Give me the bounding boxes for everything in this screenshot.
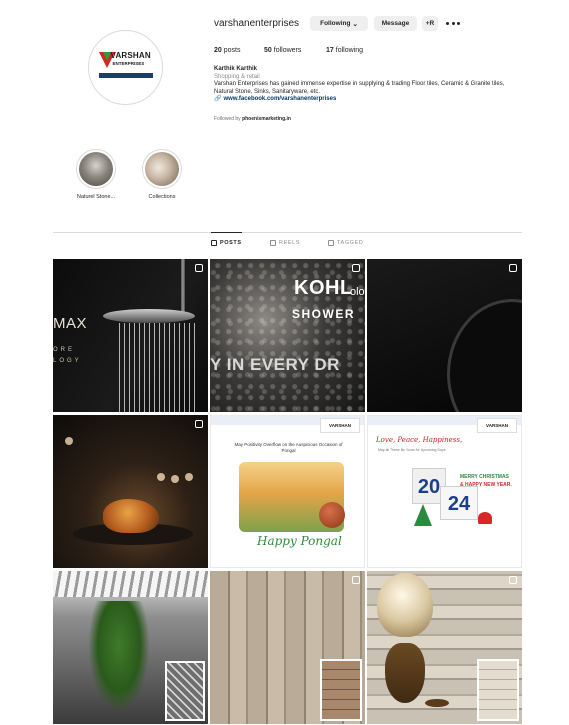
post-tile[interactable] [53, 571, 208, 724]
post-tile[interactable] [53, 415, 208, 568]
reel-icon [509, 264, 517, 272]
reel-icon [195, 420, 203, 428]
followers-link[interactable]: 50 followers [264, 47, 301, 54]
post-overlay-text: 24 [440, 486, 478, 520]
profile-full-name: Karthik Karthik [214, 66, 258, 72]
post-tile[interactable]: MAX ORE LOGY [53, 259, 208, 412]
highlight-cover-image [145, 152, 179, 186]
post-overlay-text: SHOWER [292, 307, 355, 321]
post-overlay-text: LOGY [53, 358, 82, 364]
external-link[interactable]: 🔗 www.facebook.com/varshanenterprises [214, 96, 514, 104]
post-tile[interactable] [210, 571, 365, 724]
highlight-label: Collections [148, 194, 176, 200]
post-tile[interactable]: VARSHAN May Positivity Overflow on the A… [210, 415, 365, 568]
more-options-icon[interactable] [446, 17, 460, 29]
brand-logo: VARSHAN [477, 418, 517, 433]
bio-text: Varshan Enterprises has gained immense e… [214, 81, 505, 95]
post-overlay-text: KOHL [294, 277, 353, 299]
brand-logo: VARSHAN [320, 418, 360, 433]
post-overlay-text: ology [350, 286, 365, 298]
following-button[interactable]: Following ⌄ [310, 16, 368, 31]
chevron-down-icon: ⌄ [352, 20, 358, 28]
suggest-accounts-button[interactable]: +R [422, 16, 438, 31]
grid-icon [211, 240, 217, 246]
highlight-cover-image [79, 152, 113, 186]
post-tile[interactable] [367, 259, 522, 412]
tab-tagged[interactable]: TAGGED [328, 240, 363, 246]
following-button-label: Following [320, 20, 351, 27]
following-link[interactable]: 17 following [326, 47, 363, 54]
brand-name: VARSHAN [110, 50, 151, 60]
multiple-media-icon [195, 264, 203, 272]
multiple-media-icon [509, 576, 517, 584]
post-overlay-text: & HAPPY NEW YEAR. [460, 482, 512, 488]
post-overlay-text: MAX [53, 315, 88, 332]
tab-reels[interactable]: REELS [270, 240, 300, 246]
post-overlay-text: Y IN EVERY DR [210, 355, 340, 374]
post-overlay-text: Love, Peace, Happiness, [376, 436, 463, 444]
post-tile[interactable] [367, 571, 522, 724]
post-overlay-text: MERRY CHRISTMAS [460, 474, 509, 480]
posts-count: 20 posts [214, 47, 241, 54]
profile-username: varshanenterprises [214, 18, 300, 29]
reels-icon [270, 240, 276, 246]
post-tile[interactable]: VARSHAN Love, Peace, Happiness, May all … [367, 415, 522, 568]
brand-subname: ENTERPRISES [112, 60, 145, 66]
post-overlay-text: May Positivity Overflow on the Auspiciou… [234, 442, 343, 453]
post-overlay-text: Happy Pongal [257, 534, 342, 548]
profile-tabs: POSTS REELS TAGGED [0, 232, 569, 252]
profile-category: Shopping & retail [214, 73, 260, 80]
profile-bio: Karthik Karthik Shopping & retail Varsha… [214, 66, 514, 122]
post-tile[interactable]: KOHL ology SHOWER Y IN EVERY DR [210, 259, 365, 412]
followed-by[interactable]: Followed by phoenixmarketing.in [214, 116, 291, 124]
multiple-media-icon [352, 576, 360, 584]
tab-posts[interactable]: POSTS [211, 232, 242, 246]
multiple-media-icon [352, 264, 360, 272]
add-person-icon: +R [425, 20, 435, 27]
post-overlay-text: ORE [53, 347, 76, 353]
posts-grid: MAX ORE LOGY KOHL ology SHOWER Y IN EVER… [53, 259, 522, 725]
brand-logo: VARSHAN ENTERPRISES [97, 48, 155, 88]
highlight-natural-stone[interactable]: Naturel Stone... [66, 149, 126, 200]
post-overlay-text: May all These Be Yours for Upcoming Days [378, 448, 446, 452]
message-button-label: Message [381, 20, 410, 27]
highlight-collections[interactable]: Collections [132, 149, 192, 200]
profile-avatar[interactable]: VARSHAN ENTERPRISES [88, 30, 163, 105]
tagged-icon [328, 240, 334, 246]
message-button[interactable]: Message [374, 16, 417, 31]
link-icon: 🔗 [214, 96, 222, 102]
section-divider [53, 232, 522, 233]
highlight-label: Naturel Stone... [76, 194, 116, 200]
